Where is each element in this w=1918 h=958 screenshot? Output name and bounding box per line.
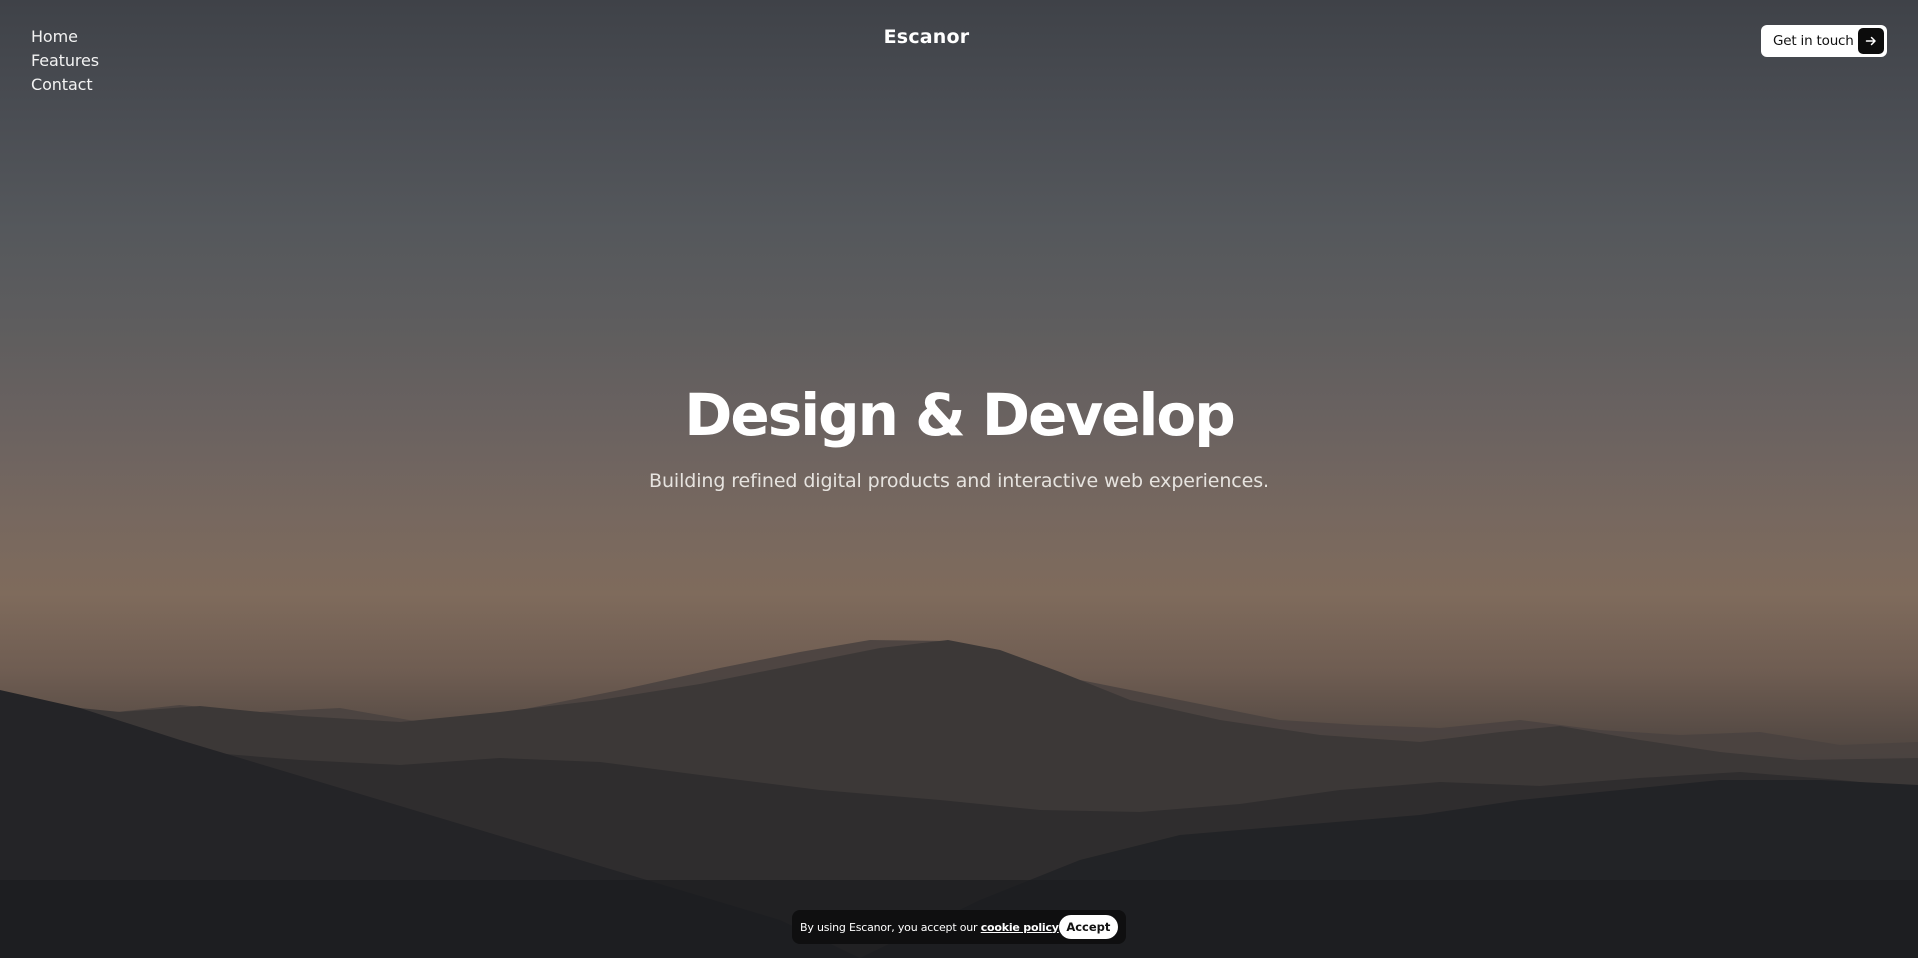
cookie-banner: By using Escanor, you accept our cookie … <box>792 910 1126 944</box>
hero-subtitle: Building refined digital products and in… <box>649 470 1269 492</box>
brand-logo[interactable]: Escanor <box>0 26 1853 48</box>
get-in-touch-label: Get in touch <box>1773 33 1854 49</box>
cookie-text: By using Escanor, you accept our <box>800 920 981 934</box>
arrow-right-icon <box>1858 28 1884 54</box>
hero-content: Design & Develop Building refined digita… <box>0 380 1918 492</box>
nav-item-features[interactable]: Features <box>31 50 99 71</box>
cookie-policy-link[interactable]: cookie policy <box>981 921 1059 934</box>
nav-item-contact[interactable]: Contact <box>31 74 99 95</box>
hero-section: Home Features Contact Escanor Get in tou… <box>0 0 1918 958</box>
hero-title: Design & Develop <box>684 381 1236 449</box>
cookie-message: By using Escanor, you accept our cookie … <box>800 921 1059 934</box>
get-in-touch-button[interactable]: Get in touch <box>1761 25 1887 57</box>
accept-cookies-button[interactable]: Accept <box>1058 915 1118 939</box>
